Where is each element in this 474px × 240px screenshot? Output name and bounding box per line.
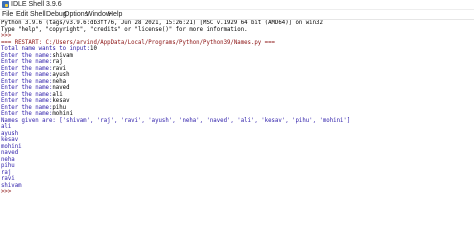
window-title: IDLE Shell 3.9.6 [11,1,62,8]
menu-shell[interactable]: Shell [30,10,46,19]
entry-prompt-text: Enter the name: [1,52,53,59]
entry-value: shivam [52,52,73,59]
total-value: 10 [90,46,97,52]
entry-value: raj [52,59,63,65]
shell-prompt[interactable]: >>> [1,189,11,196]
entry-value: ravi [52,65,67,72]
entry-prompt-text: Enter the name: [1,65,53,72]
entry-prompt-text: Enter the name: [1,98,53,104]
entry-prompt-text: Enter the name: [1,104,53,111]
menu-help[interactable]: Help [108,10,122,19]
entry-value: neha [52,78,67,85]
entry-value: pihu [52,104,67,111]
entry-prompt-text: Enter the name: [1,91,53,98]
entry-value: naved [52,85,70,91]
entry-value: mohini [52,111,73,117]
entry-value: ayush [52,72,70,78]
entry-prompt-text: Enter the name: [1,111,53,117]
entry-prompt-text: Enter the name: [1,85,53,91]
entry-prompt-text: Enter the name: [1,59,53,65]
entry-value: kesav [52,98,70,104]
menu-bar: File Edit Shell Debug Options Window Hel… [0,10,474,20]
entry-prompt-text: Enter the name: [1,72,53,78]
menu-edit[interactable]: Edit [16,10,28,19]
entry-value: ali [52,91,63,98]
title-bar: IDLE Shell 3.9.6 [0,0,474,10]
names-given-output: Names given are: ['shivam', 'raj', 'ravi… [1,117,351,124]
menu-options[interactable]: Options [64,10,88,19]
menu-file[interactable]: File [2,10,13,19]
shell-output-area[interactable]: Python 3.9.6 (tags/v3.9.6:db3ff76, Jun 2… [0,20,474,206]
total-prompt-text: Total name wants to input: [1,46,91,52]
banner-line: Type "help", "copyright", "credits" or "… [1,26,248,33]
python-idle-icon [2,1,9,8]
entry-prompt-text: Enter the name: [1,78,53,85]
